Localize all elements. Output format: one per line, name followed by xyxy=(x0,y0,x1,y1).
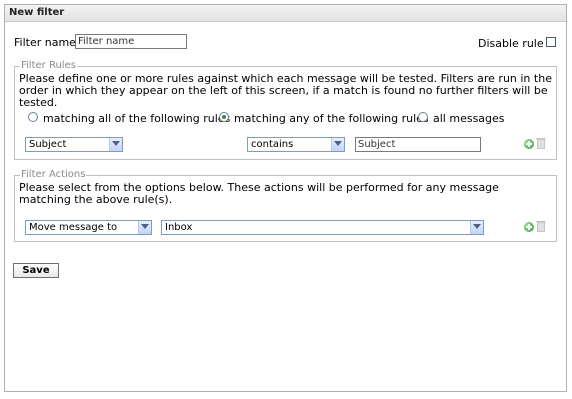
chevron-down-icon xyxy=(138,221,151,234)
rule-value-text: Subject xyxy=(358,139,396,150)
action-target-value: Inbox xyxy=(165,222,193,233)
filter-actions-legend: Filter Actions xyxy=(20,169,87,181)
radio-all-messages[interactable] xyxy=(418,112,428,122)
action-type-select[interactable]: Move message to xyxy=(25,220,152,235)
filter-rules-legend: Filter Rules xyxy=(20,60,77,72)
filter-actions-group: Filter Actions Please select from the op… xyxy=(14,169,557,242)
add-action-icon[interactable] xyxy=(524,222,534,232)
chevron-down-icon xyxy=(109,138,122,151)
filter-name-placeholder: Filter name xyxy=(78,36,135,47)
rule-operator-value: contains xyxy=(251,139,294,150)
radio-match-all[interactable] xyxy=(28,112,38,122)
rule-field-select[interactable]: Subject xyxy=(25,137,123,152)
radio-match-any[interactable] xyxy=(219,112,229,122)
save-button[interactable]: Save xyxy=(13,263,59,278)
filter-name-label: Filter name xyxy=(14,36,76,49)
filter-rules-description: Please define one or more rules against … xyxy=(19,72,552,109)
rule-value-input[interactable]: Subject xyxy=(355,137,481,152)
filter-rules-group: Filter Rules Please define one or more r… xyxy=(14,60,557,160)
action-target-select[interactable]: Inbox xyxy=(161,220,484,235)
add-rule-icon[interactable] xyxy=(524,139,534,149)
rule-field-value: Subject xyxy=(29,139,67,150)
rule-operator-select[interactable]: contains xyxy=(247,137,345,152)
chevron-down-icon xyxy=(331,138,344,151)
new-filter-panel: New filter Filter name Filter name Disab… xyxy=(4,4,567,392)
panel-title: New filter xyxy=(5,5,566,22)
delete-rule-icon[interactable] xyxy=(536,138,546,149)
filter-actions-description: Please select from the options below. Th… xyxy=(19,181,499,206)
disable-rule-checkbox[interactable] xyxy=(546,37,556,47)
chevron-down-icon xyxy=(470,221,483,234)
radio-match-all-label: matching all of the following rules xyxy=(43,112,231,125)
action-type-value: Move message to xyxy=(29,222,118,233)
radio-match-any-label: matching any of the following rules xyxy=(234,112,429,125)
delete-action-icon[interactable] xyxy=(536,221,546,232)
radio-all-messages-label: all messages xyxy=(433,112,505,125)
filter-name-input[interactable]: Filter name xyxy=(75,34,187,49)
disable-rule-label: Disable rule xyxy=(478,37,544,50)
